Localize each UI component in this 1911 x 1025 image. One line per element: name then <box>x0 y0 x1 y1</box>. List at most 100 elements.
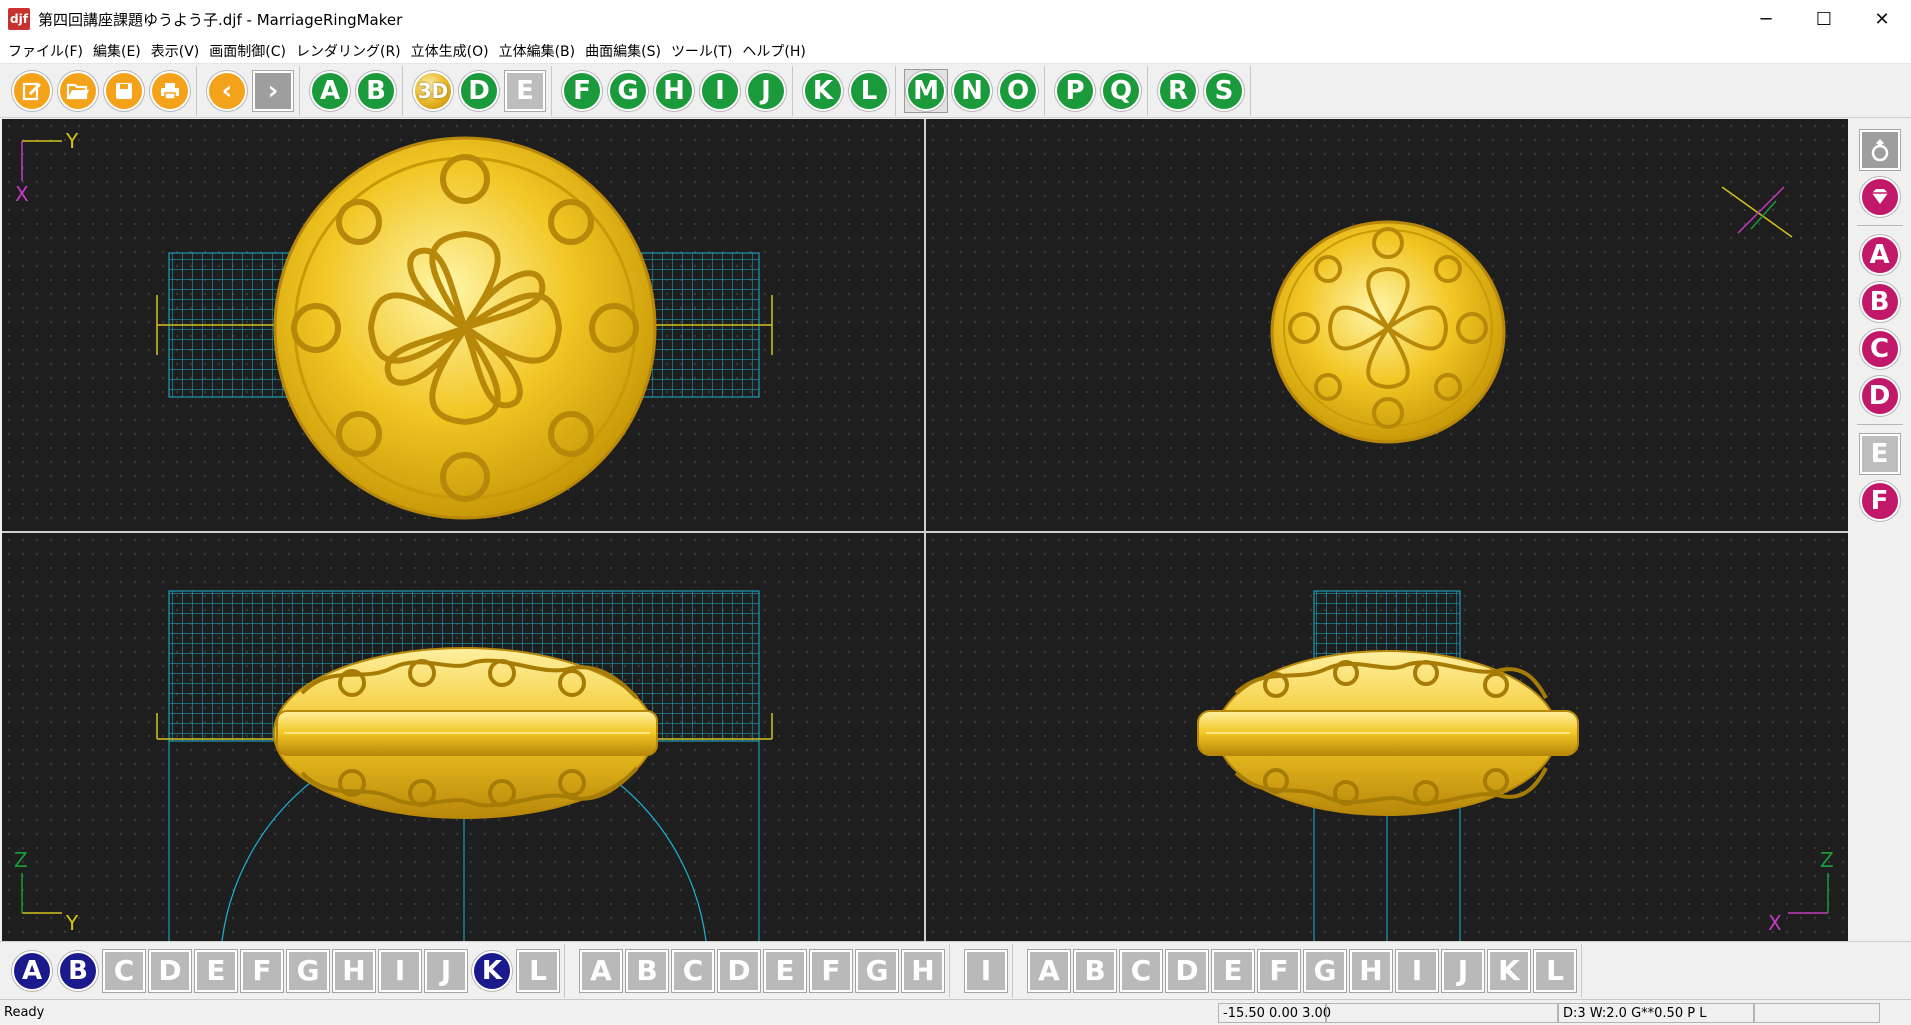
open-file-button[interactable] <box>56 69 100 113</box>
toolbar-n-button[interactable]: N <box>950 69 994 113</box>
bottom1-k-label: K <box>472 950 512 991</box>
menu-solid-generation[interactable]: 立体生成(O) <box>409 41 497 61</box>
menu-edit[interactable]: 編集(E) <box>91 41 149 61</box>
bottom2-f-button[interactable]: F <box>808 948 854 994</box>
toolbar-p-button[interactable]: P <box>1053 69 1097 113</box>
bottom4-e-button[interactable]: E <box>1210 948 1256 994</box>
bottom3-i-button[interactable]: I <box>963 948 1009 994</box>
toolbar-s-button[interactable]: S <box>1202 69 1246 113</box>
toolbar-d-button[interactable]: D <box>457 69 501 113</box>
side-c-button[interactable]: C <box>1857 326 1903 372</box>
menu-screen-control[interactable]: 画面制御(C) <box>207 41 294 61</box>
axis-label-x: X <box>15 182 29 206</box>
menu-rendering[interactable]: レンダリング(R) <box>294 41 409 61</box>
chevron-left-icon: ‹ <box>207 71 247 111</box>
status-coordinates: -15.50 0.00 3.00 <box>1218 1003 1331 1023</box>
gem-tool-button[interactable] <box>1857 174 1903 220</box>
viewport-perspective[interactable] <box>926 119 1848 531</box>
new-file-button[interactable] <box>10 69 54 113</box>
bottom4-a-button[interactable]: A <box>1026 948 1072 994</box>
bottom2-g-button[interactable]: G <box>854 948 900 994</box>
toolbar-q-button[interactable]: Q <box>1099 69 1143 113</box>
back-button[interactable]: ‹ <box>205 69 249 113</box>
menu-solid-edit[interactable]: 立体編集(B) <box>497 41 584 61</box>
bottom2-e-button[interactable]: E <box>762 948 808 994</box>
bottom1-l-button[interactable]: L <box>515 948 561 994</box>
toolbar-r-label: R <box>1158 71 1198 111</box>
bottom2-d-button[interactable]: D <box>716 948 762 994</box>
viewport-front-xz[interactable]: Z X <box>926 533 1848 941</box>
viewport-top[interactable]: Y X <box>2 119 924 531</box>
menu-file[interactable]: ファイル(F) <box>6 41 91 61</box>
bottom1-c-button[interactable]: C <box>101 948 147 994</box>
bottom4-i-button[interactable]: I <box>1394 948 1440 994</box>
toolbar-a-label: A <box>310 71 350 111</box>
bottom1-d-button[interactable]: D <box>147 948 193 994</box>
bottom1-j-button[interactable]: J <box>423 948 469 994</box>
toolbar-h-button[interactable]: H <box>652 69 696 113</box>
side-e-button[interactable]: E <box>1857 431 1903 477</box>
bottom4-h-button[interactable]: H <box>1348 948 1394 994</box>
toolbar-j-button[interactable]: J <box>744 69 788 113</box>
bottom1-a-button[interactable]: A <box>9 948 55 994</box>
side-b-button[interactable]: B <box>1857 279 1903 325</box>
minimize-button[interactable]: ─ <box>1737 0 1795 38</box>
toolbar-o-button[interactable]: O <box>996 69 1040 113</box>
bottom1-g-button[interactable]: G <box>285 948 331 994</box>
bottom1-e-button[interactable]: E <box>193 948 239 994</box>
bottom4-l-button[interactable]: L <box>1532 948 1578 994</box>
toolbar-i-button[interactable]: I <box>698 69 742 113</box>
menu-surface-edit[interactable]: 曲面編集(S) <box>583 41 669 61</box>
bottom1-e-label: E <box>195 949 237 992</box>
toolbar-group-pq: P Q <box>1049 66 1148 116</box>
bottom4-j-button[interactable]: J <box>1440 948 1486 994</box>
side-f-button[interactable]: F <box>1857 478 1903 524</box>
side-d-button[interactable]: D <box>1857 373 1903 419</box>
bottom2-b-button[interactable]: B <box>624 948 670 994</box>
side-a-button[interactable]: A <box>1857 232 1903 278</box>
toolbar-f-button[interactable]: F <box>560 69 604 113</box>
new-icon <box>12 71 52 111</box>
bottom1-h-button[interactable]: H <box>331 948 377 994</box>
toolbar-g-button[interactable]: G <box>606 69 650 113</box>
axis-label-y: Y <box>65 129 79 153</box>
bottom4-d-button[interactable]: D <box>1164 948 1210 994</box>
bottom4-g-label: G <box>1304 949 1346 992</box>
toolbar-f-label: F <box>562 71 602 111</box>
toolbar-r-button[interactable]: R <box>1156 69 1200 113</box>
menu-tools[interactable]: ツール(T) <box>669 41 740 61</box>
axis-indicator-front: Z X <box>1768 848 1834 935</box>
bottom1-b-button[interactable]: B <box>55 948 101 994</box>
bottom4-k-button[interactable]: K <box>1486 948 1532 994</box>
bottom1-k-button[interactable]: K <box>469 948 515 994</box>
save-file-button[interactable] <box>102 69 146 113</box>
bottom1-f-button[interactable]: F <box>239 948 285 994</box>
bottom1-i-button[interactable]: I <box>377 948 423 994</box>
toolbar-l-button[interactable]: L <box>847 69 891 113</box>
maximize-button[interactable]: ☐ <box>1795 0 1853 38</box>
toolbar-a-button[interactable]: A <box>308 69 352 113</box>
bottom4-f-button[interactable]: F <box>1256 948 1302 994</box>
bottom2-a-button[interactable]: A <box>578 948 624 994</box>
ring-tool-button[interactable] <box>1857 127 1903 173</box>
close-button[interactable]: ✕ <box>1853 0 1911 38</box>
bottom4-c-button[interactable]: C <box>1118 948 1164 994</box>
save-icon <box>104 71 144 111</box>
bottom-group-3: I <box>960 943 1013 998</box>
menu-help[interactable]: ヘルプ(H) <box>740 41 813 61</box>
bottom4-g-button[interactable]: G <box>1302 948 1348 994</box>
toolbar-e-button[interactable]: E <box>503 69 547 113</box>
viewport-side-yz[interactable]: Z Y <box>2 533 924 941</box>
print-button[interactable] <box>148 69 192 113</box>
forward-button[interactable]: › <box>251 69 295 113</box>
toolbar-b-button[interactable]: B <box>354 69 398 113</box>
menu-view[interactable]: 表示(V) <box>149 41 208 61</box>
bottom2-c-button[interactable]: C <box>670 948 716 994</box>
toolbar-3d-button[interactable]: 3D <box>411 69 455 113</box>
toolbar-m-button[interactable]: M <box>904 69 948 113</box>
perspective-view-canvas <box>1270 186 1793 444</box>
bottom-group-2: A B C D E F G H <box>575 943 950 998</box>
toolbar-k-button[interactable]: K <box>801 69 845 113</box>
bottom4-b-button[interactable]: B <box>1072 948 1118 994</box>
bottom2-h-button[interactable]: H <box>900 948 946 994</box>
